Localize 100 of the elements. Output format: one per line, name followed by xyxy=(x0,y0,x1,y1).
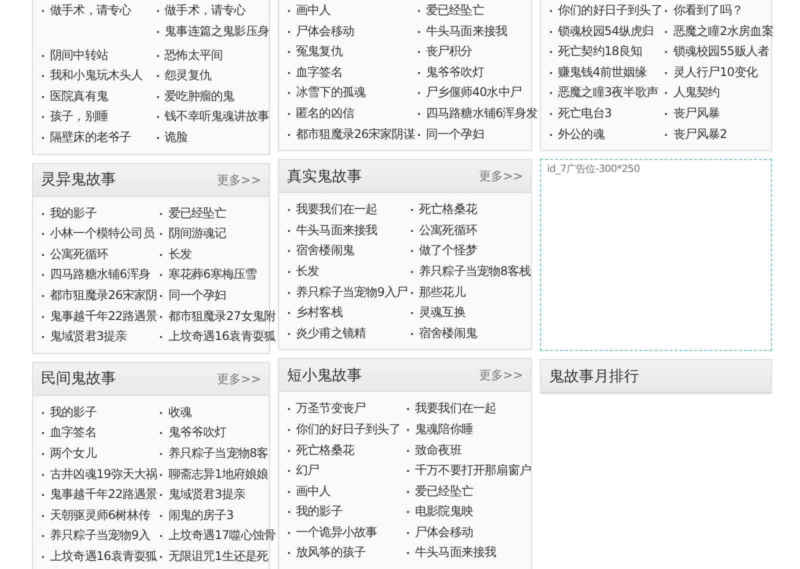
story-link[interactable]: 鬼爷爷吹灯 xyxy=(159,422,226,443)
story-link[interactable]: 我的影子 xyxy=(287,501,342,522)
story-link[interactable]: 聊斋志异1地府娘娘 xyxy=(159,464,268,484)
story-link[interactable]: 赚鬼钱4前世姻缘 xyxy=(549,62,646,82)
story-link[interactable]: 恶魔之瞳2水房血案 xyxy=(664,20,774,42)
story-link[interactable]: 收魂 xyxy=(159,402,192,422)
story-link[interactable]: 我的影子 xyxy=(41,402,96,422)
story-link[interactable]: 牛头马面来接我 xyxy=(287,220,378,240)
story-link[interactable]: 公寓死循环 xyxy=(410,220,478,240)
story-link[interactable]: 鬼域贤君3提亲 xyxy=(159,484,246,505)
story-link[interactable]: 幻尸 xyxy=(287,460,320,481)
story-link[interactable]: 你们的好日子到头了 xyxy=(549,0,662,21)
story-link[interactable]: 冤鬼复仇 xyxy=(287,41,342,62)
story-link[interactable]: 都市狙魔录26宋家阴谋 xyxy=(287,124,415,144)
story-link[interactable]: 养只粽子当宠物9入尸 xyxy=(287,282,408,302)
story-link[interactable]: 尸体会移动 xyxy=(406,522,473,542)
story-link[interactable]: 爱吃肿瘤的鬼 xyxy=(156,86,234,106)
story-link[interactable]: 冰雪下的孤魂 xyxy=(287,82,366,103)
story-link[interactable]: 鬼域贤君3提亲 xyxy=(41,326,127,347)
more-link[interactable]: 更多>> xyxy=(478,167,523,186)
story-link[interactable]: 做手术，请专心 xyxy=(41,0,132,21)
story-link[interactable]: 丧尸风暴2 xyxy=(664,124,728,144)
story-link[interactable]: 闹鬼的房子3 xyxy=(159,504,234,526)
story-link[interactable]: 死亡契约18良知 xyxy=(549,41,642,62)
story-link[interactable]: 做手术，请专心 xyxy=(156,0,246,21)
story-link[interactable]: 鬼事越千年22路遇景 xyxy=(41,306,158,326)
story-link[interactable]: 尸体会移动 xyxy=(287,20,354,42)
story-link[interactable]: 四马路糖水铺6浑身 xyxy=(41,264,150,285)
story-link[interactable]: 死亡电台3 xyxy=(549,102,612,124)
story-link[interactable]: 天朝驱灵师6树林传 xyxy=(41,504,150,526)
story-link[interactable]: 血字签名 xyxy=(41,422,96,443)
story-link[interactable]: 灵人行尸10变化 xyxy=(664,62,758,82)
story-link[interactable]: 上坟奇遇16袁青耍狐 xyxy=(159,326,276,347)
story-link[interactable]: 锁魂校园55贩人者 xyxy=(664,41,770,62)
story-link[interactable]: 恐怖太平间 xyxy=(156,44,223,66)
more-link[interactable]: 更多>> xyxy=(216,370,261,388)
story-link[interactable]: 我和小鬼玩木头人 xyxy=(41,65,143,86)
story-link[interactable]: 丧尸风暴 xyxy=(664,102,720,124)
story-link[interactable]: 电影院鬼映 xyxy=(406,501,473,522)
story-link[interactable]: 做了个怪梦 xyxy=(410,240,478,261)
story-link[interactable]: 鬼魂陪你睡 xyxy=(406,418,473,440)
story-link[interactable]: 万圣节变丧尸 xyxy=(287,398,366,419)
story-link[interactable]: 无限诅咒1生还是死 xyxy=(159,546,268,566)
story-link[interactable]: 诡脸 xyxy=(156,126,188,148)
story-link[interactable]: 鬼事越千年22路遇景 xyxy=(41,484,158,505)
story-link[interactable]: 爱已经坠亡 xyxy=(406,480,473,502)
story-link[interactable]: 牛头马面来接我 xyxy=(406,542,496,564)
story-link[interactable]: 放风筝的孩子 xyxy=(287,542,366,564)
story-link[interactable]: 四马路糖水铺6浑身发 xyxy=(416,102,538,124)
story-link[interactable]: 牛头马面来接我 xyxy=(416,20,508,42)
story-link[interactable]: 养只粽子当宠物9入 xyxy=(41,525,150,546)
story-link[interactable]: 你们的好日子到头了 xyxy=(287,418,400,440)
more-link[interactable]: 更多>> xyxy=(478,366,523,384)
story-link[interactable]: 寒花葬6寒梅压雪 xyxy=(159,264,257,285)
story-link[interactable]: 爱已经坠亡 xyxy=(416,0,484,21)
story-link[interactable]: 人鬼契约 xyxy=(664,82,720,103)
story-link[interactable]: 致命夜班 xyxy=(406,440,462,460)
story-link[interactable]: 两个女儿 xyxy=(41,442,96,464)
story-link[interactable]: 宿舍楼闹鬼 xyxy=(287,240,354,261)
story-link[interactable]: 血字签名 xyxy=(287,62,342,82)
story-link[interactable]: 长发 xyxy=(159,244,192,264)
story-link[interactable]: 小林一个模特公司员 xyxy=(41,223,154,244)
story-link[interactable]: 灵魂互换 xyxy=(410,302,466,323)
story-link[interactable]: 死亡格桑花 xyxy=(410,199,478,220)
story-link[interactable]: 锁魂校园54纵虎归 xyxy=(549,20,654,42)
story-link[interactable]: 隔壁床的老爷子 xyxy=(41,126,132,148)
story-link[interactable]: 我要我们在一起 xyxy=(406,398,496,419)
story-link[interactable]: 外公的魂 xyxy=(549,124,604,144)
story-link[interactable]: 长发 xyxy=(287,260,320,282)
story-link[interactable]: 都市狙魔录27女鬼附 xyxy=(159,306,276,326)
story-link[interactable]: 阴间游魂记 xyxy=(159,223,226,244)
story-link[interactable]: 画中人 xyxy=(287,480,331,502)
story-link[interactable]: 上坟奇遇17噬心蚀骨 xyxy=(159,525,276,546)
story-link[interactable]: 医院真有鬼 xyxy=(41,86,108,106)
story-link[interactable]: 那些花儿 xyxy=(410,282,466,302)
story-link[interactable]: 宿舍楼闹鬼 xyxy=(410,322,478,344)
story-link[interactable]: 你看到了吗？ xyxy=(664,0,744,21)
story-link[interactable]: 怨灵复仇 xyxy=(156,65,211,86)
story-link[interactable]: 我的影子 xyxy=(41,202,96,224)
story-link[interactable]: 同一个孕妇 xyxy=(416,124,484,144)
story-link[interactable]: 一个诡异小故事 xyxy=(287,522,378,542)
story-link[interactable]: 养只粽子当宠物8客栈 xyxy=(410,260,531,282)
story-link[interactable]: 画中人 xyxy=(287,0,331,21)
story-link[interactable]: 公寓死循环 xyxy=(41,244,108,264)
story-link[interactable]: 古井凶魂19弥天大祸 xyxy=(41,464,158,484)
story-link[interactable]: 丧尸积分 xyxy=(416,41,472,62)
story-link[interactable]: 养只粽子当宠物8客 xyxy=(159,442,268,464)
story-link[interactable]: 都市狙魔录26宋家阴 xyxy=(41,284,158,306)
story-link[interactable]: 恶魔之瞳3夜半歌声 xyxy=(549,82,658,103)
story-link[interactable]: 匿名的凶信 xyxy=(287,102,354,124)
story-link[interactable]: 鬼事连篇之鬼影压身 xyxy=(156,20,269,45)
story-link[interactable]: 我要我们在一起 xyxy=(287,199,378,220)
story-link[interactable]: 爱已经坠亡 xyxy=(159,202,226,224)
story-link[interactable]: 同一个孕妇 xyxy=(159,284,226,306)
more-link[interactable]: 更多>> xyxy=(216,170,261,189)
story-link[interactable]: 乡村客栈 xyxy=(287,302,342,323)
story-link[interactable]: 钱不幸听鬼魂讲故事 xyxy=(156,106,269,127)
story-link[interactable]: 尸乡偃师40水中尸 xyxy=(416,82,522,103)
story-link[interactable]: 阴间中转站 xyxy=(41,44,108,66)
story-link[interactable]: 炎少甫之镜精 xyxy=(287,322,366,344)
